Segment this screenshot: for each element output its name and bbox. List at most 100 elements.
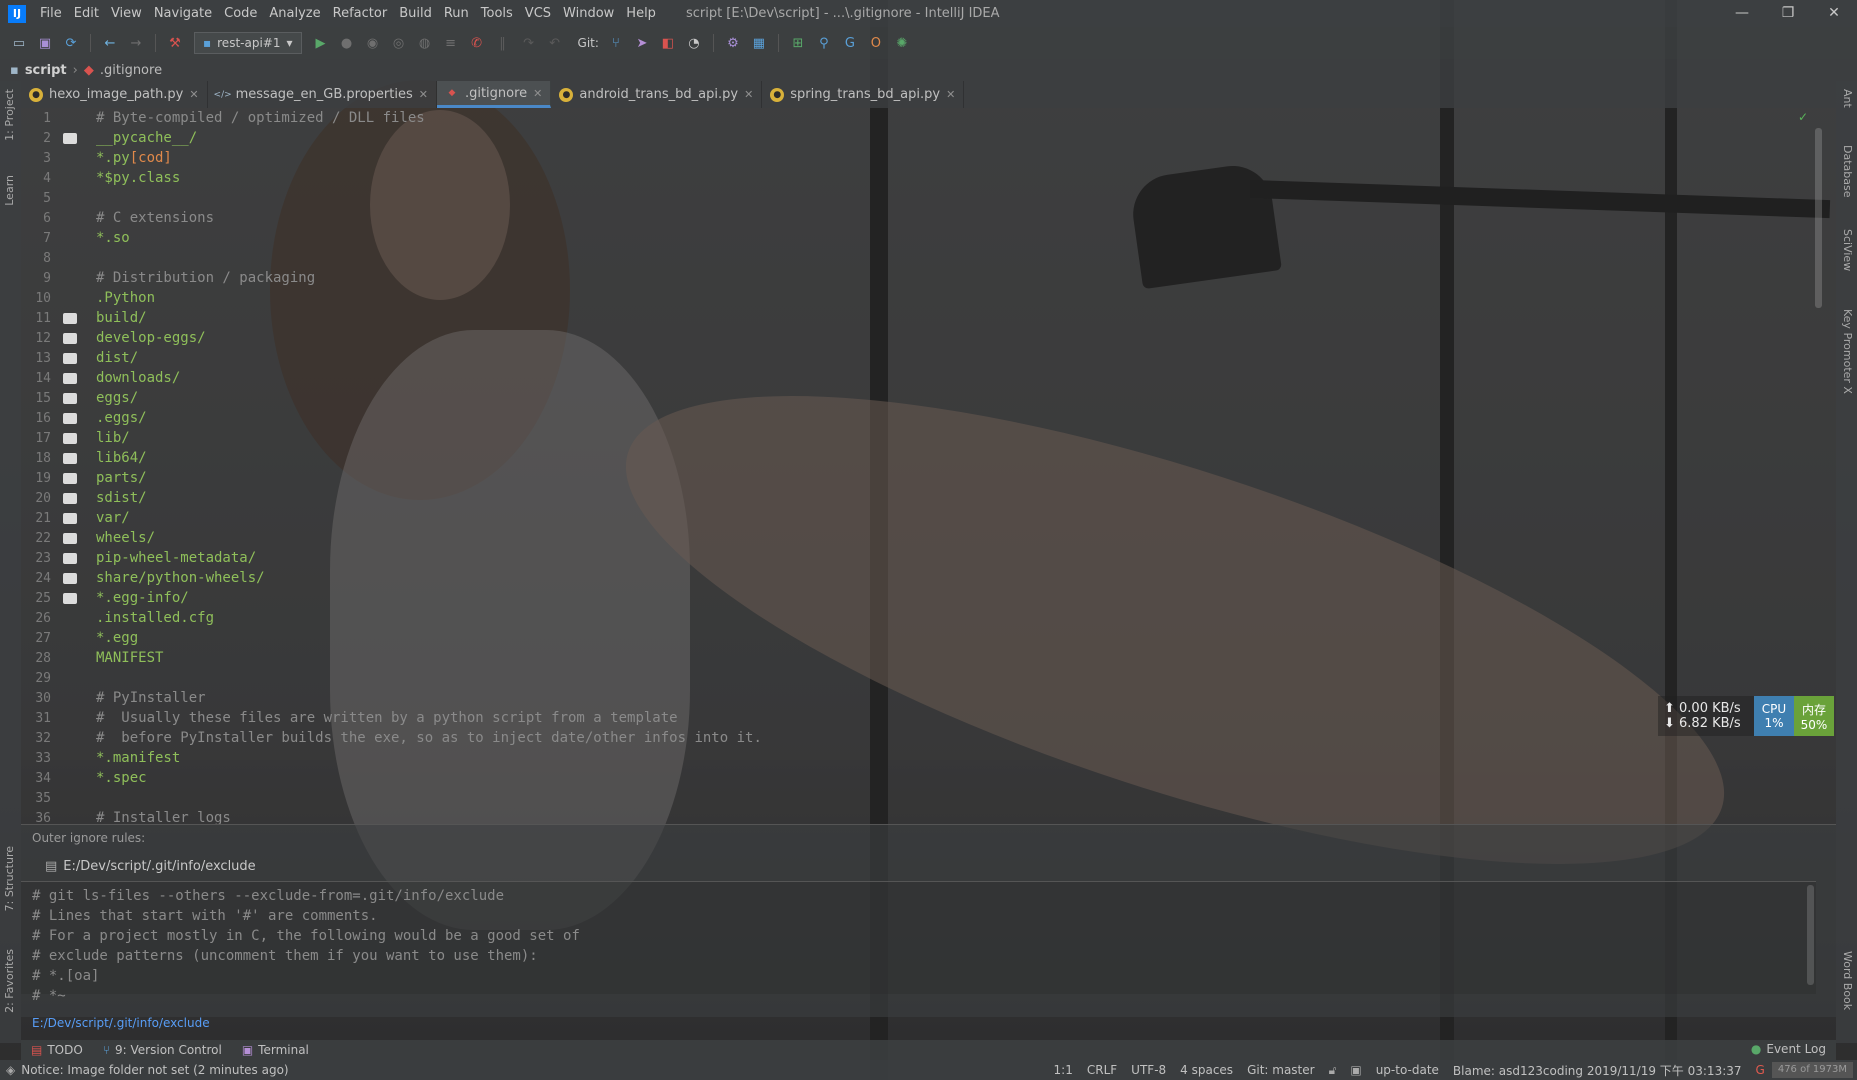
code-line[interactable]: 20 sdist/ xyxy=(21,488,1801,508)
code-line[interactable]: 32 # before PyInstaller builds the exe, s… xyxy=(21,728,1801,748)
code-line[interactable]: 5 xyxy=(21,188,1801,208)
lock-icon[interactable]: 🔓︎ xyxy=(1322,1063,1344,1078)
code-line[interactable]: 30 # PyInstaller xyxy=(21,688,1801,708)
tool-window-favorites[interactable]: 2: Favorites xyxy=(3,949,16,1013)
close-tab-icon[interactable]: ✕ xyxy=(744,88,753,101)
code-line[interactable]: 27 *.egg xyxy=(21,628,1801,648)
code-line[interactable]: 4 *$py.class xyxy=(21,168,1801,188)
code-line[interactable]: 26 .installed.cfg xyxy=(21,608,1801,628)
back-arrow-icon[interactable]: ← xyxy=(100,33,120,53)
build-hammer-icon[interactable]: ⚒ xyxy=(165,33,185,53)
run-configuration-selector[interactable]: ▪ rest-api#1 ▾ xyxy=(194,32,302,54)
plugin-bug-icon[interactable]: ✺ xyxy=(892,33,912,53)
attach-debugger-icon[interactable]: ✆ xyxy=(467,33,487,53)
menu-run[interactable]: Run xyxy=(438,6,475,21)
outer-ignore-link[interactable]: E:/Dev/script/.git/info/exclude xyxy=(32,1016,210,1030)
tool-window-sciview[interactable]: SciView xyxy=(1841,229,1854,271)
code-line[interactable]: 19 parts/ xyxy=(21,468,1801,488)
code-line[interactable]: 35 xyxy=(21,788,1801,808)
code-line[interactable]: 15 eggs/ xyxy=(21,388,1801,408)
code-line[interactable]: 18 lib64/ xyxy=(21,448,1801,468)
pause-icon[interactable]: ‖ xyxy=(493,33,513,53)
editor-scrollbar[interactable] xyxy=(1815,128,1822,308)
terminal-tool-icon[interactable]: ⊞ xyxy=(788,33,808,53)
menu-refactor[interactable]: Refactor xyxy=(327,6,394,21)
vcs-compare-icon[interactable]: ◧ xyxy=(658,33,678,53)
forward-arrow-icon[interactable]: → xyxy=(126,33,146,53)
close-tab-icon[interactable]: ✕ xyxy=(189,88,198,101)
code-line[interactable]: 21 var/ xyxy=(21,508,1801,528)
code-line[interactable]: 23 pip-wheel-metadata/ xyxy=(21,548,1801,568)
menu-edit[interactable]: Edit xyxy=(68,6,105,21)
tool-window-learn[interactable]: Learn xyxy=(3,175,16,206)
step-icon[interactable]: ↷ xyxy=(519,33,539,53)
outer-ignore-content[interactable]: # git ls-files --others --exclude-from=.… xyxy=(21,881,1816,1004)
code-line[interactable]: 28 MANIFEST xyxy=(21,648,1801,668)
close-tab-icon[interactable]: ✕ xyxy=(419,88,428,101)
menu-file[interactable]: File xyxy=(34,6,68,21)
minimize-button[interactable]: — xyxy=(1719,0,1765,27)
concurrency-icon[interactable]: ◍ xyxy=(415,33,435,53)
vcs-update-icon[interactable]: ⑂ xyxy=(606,33,626,53)
inspection-ok-icon[interactable]: ✓ xyxy=(1798,110,1808,124)
close-tab-icon[interactable]: ✕ xyxy=(946,88,955,101)
close-window-button[interactable]: ✕ xyxy=(1811,0,1857,27)
save-all-icon[interactable]: ▣ xyxy=(35,33,55,53)
code-line[interactable]: 9 # Distribution / packaging xyxy=(21,268,1801,288)
code-line[interactable]: 2 __pycache__/ xyxy=(21,128,1801,148)
breadcrumb-file[interactable]: .gitignore xyxy=(100,63,162,78)
code-line[interactable]: 33 *.manifest xyxy=(21,748,1801,768)
code-line[interactable]: 24 share/python-wheels/ xyxy=(21,568,1801,588)
tab-spring-trans[interactable]: ● spring_trans_bd_api.py ✕ xyxy=(762,81,965,108)
code-line[interactable]: 8 xyxy=(21,248,1801,268)
open-folder-icon[interactable]: ▭ xyxy=(9,33,29,53)
code-line[interactable]: 6 # C extensions xyxy=(21,208,1801,228)
search-everywhere-icon[interactable]: ⚲ xyxy=(814,33,834,53)
memory-indicator[interactable]: 476 of 1973M xyxy=(1771,1062,1853,1078)
close-tab-icon[interactable]: ✕ xyxy=(533,87,542,100)
toggle-panels-icon[interactable]: ◈ xyxy=(6,1063,15,1077)
code-line[interactable]: 36 # Installer logs xyxy=(21,808,1801,824)
code-line[interactable]: 11 build/ xyxy=(21,308,1801,328)
menu-view[interactable]: View xyxy=(105,6,148,21)
run-play-icon[interactable]: ▶ xyxy=(311,33,331,53)
indent-setting[interactable]: 4 spaces xyxy=(1173,1063,1240,1077)
code-line[interactable]: 31 # Usually these files are written by a… xyxy=(21,708,1801,728)
code-line[interactable]: 17 lib/ xyxy=(21,428,1801,448)
code-line[interactable]: 10 .Python xyxy=(21,288,1801,308)
tool-window-project[interactable]: 1: Project xyxy=(3,89,16,141)
tool-window-word-book[interactable]: Word Book xyxy=(1841,951,1854,1010)
menu-navigate[interactable]: Navigate xyxy=(148,6,218,21)
office-plugin-icon[interactable]: O xyxy=(866,33,886,53)
outer-ignore-scrollbar[interactable] xyxy=(1807,885,1814,985)
caret-position[interactable]: 1:1 xyxy=(1047,1063,1080,1077)
google-translate-icon[interactable]: G xyxy=(1749,1063,1772,1077)
tab-message-en-gb[interactable]: </> message_en_GB.properties ✕ xyxy=(208,81,437,108)
tool-tab-todo[interactable]: ▤ TODO xyxy=(21,1043,93,1057)
code-line[interactable]: 16 .eggs/ xyxy=(21,408,1801,428)
menu-analyze[interactable]: Analyze xyxy=(263,6,326,21)
tool-tab-terminal[interactable]: ▣ Terminal xyxy=(232,1043,319,1057)
vcs-history-icon[interactable]: ◔ xyxy=(684,33,704,53)
menu-build[interactable]: Build xyxy=(393,6,438,21)
settings-gear-icon[interactable]: ⚙ xyxy=(723,33,743,53)
outer-ignore-file[interactable]: ▤ E:/Dev/script/.git/info/exclude xyxy=(45,859,256,874)
tab-hexo-image-path[interactable]: ● hexo_image_path.py ✕ xyxy=(21,81,208,108)
menu-window[interactable]: Window xyxy=(557,6,620,21)
menu-vcs[interactable]: VCS xyxy=(519,6,557,21)
code-line[interactable]: 3 *.py[cod] xyxy=(21,148,1801,168)
git-blame[interactable]: Blame: asd123coding 2019/11/19 下午 03:13:… xyxy=(1446,1062,1749,1079)
code-editor[interactable]: 1 # Byte-compiled / optimized / DLL files… xyxy=(21,108,1836,824)
menu-help[interactable]: Help xyxy=(620,6,662,21)
code-line[interactable]: 1 # Byte-compiled / optimized / DLL files xyxy=(21,108,1801,128)
debug-icon[interactable]: ● xyxy=(337,33,357,53)
code-line[interactable]: 12 develop-eggs/ xyxy=(21,328,1801,348)
code-line[interactable]: 34 *.spec xyxy=(21,768,1801,788)
status-notice[interactable]: ◈ Notice: Image folder not set (2 minute… xyxy=(0,1063,289,1077)
project-structure-icon[interactable]: ▦ xyxy=(749,33,769,53)
code-line[interactable]: 22 wheels/ xyxy=(21,528,1801,548)
event-log-button[interactable]: ● Event Log xyxy=(1751,1042,1826,1056)
git-branch[interactable]: Git: master xyxy=(1240,1063,1322,1077)
tool-window-ant[interactable]: Ant xyxy=(1841,89,1854,108)
tool-window-structure[interactable]: 7: Structure xyxy=(3,846,16,911)
